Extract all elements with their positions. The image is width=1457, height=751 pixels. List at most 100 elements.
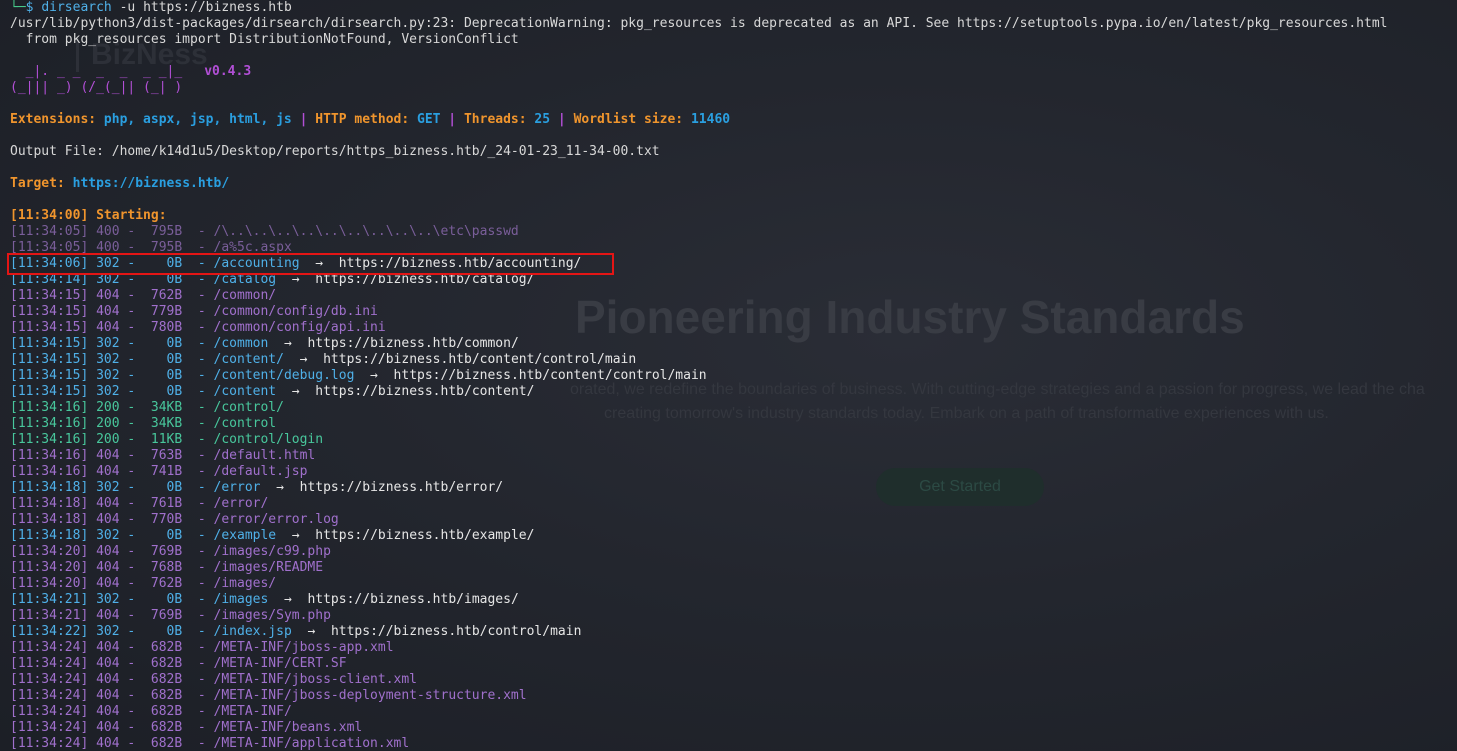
result-sep: - [119,368,144,383]
result-sep [88,464,96,479]
result-sep [88,304,96,319]
result-row: [11:34:18] 302 - 0B - /error → https://b… [10,480,503,496]
result-path: /content/ [213,352,284,367]
result-sep: - [119,720,144,735]
result-sep [88,368,96,383]
result-sep: - [119,288,144,303]
result-sep [88,544,96,559]
result-status: 404 [96,640,120,655]
result-status: 404 [96,576,120,591]
result-status: 404 [96,688,120,703]
result-timestamp: [11:34:15] [10,288,89,303]
result-row: [11:34:20] 404 - 762B - /images/ [10,576,276,592]
result-path: /images/c99.php [213,544,331,559]
result-sep: - [182,720,214,735]
config-line: Extensions: php, aspx, jsp, html, js | H… [10,112,730,128]
prompt-args: -u https://bizness.htb [111,0,292,15]
result-timestamp: [11:34:15] [10,384,89,399]
result-status: 404 [96,656,120,671]
result-path: /META-INF/application.xml [213,736,410,751]
result-sep: - [119,608,144,623]
result-sep [88,592,96,607]
result-sep: - [119,736,144,751]
result-row: [11:34:15] 302 - 0B - /content/debug.log… [10,368,707,384]
result-row: [11:34:15] 302 - 0B - /content → https:/… [10,384,534,400]
result-sep [88,704,96,719]
result-sep: - [119,544,144,559]
result-timestamp: [11:34:16] [10,400,89,415]
result-status: 404 [96,448,120,463]
result-sep [88,672,96,687]
result-timestamp: [11:34:24] [10,656,89,671]
banner-art-line1: _|. _ _ _ _ _ _|_ v0.4.3 [10,64,252,80]
result-size: 0B [166,528,183,543]
result-sep: - [182,512,214,527]
http-method-label: HTTP method: [315,112,417,127]
result-row: [11:34:18] 302 - 0B - /example → https:/… [10,528,534,544]
result-size: 682B [150,672,183,687]
result-size: 682B [150,736,183,751]
banner-art-line2: (_||| _) (/_(_|| (_| ) [10,80,183,95]
result-size: 682B [150,720,183,735]
result-sep [88,384,96,399]
result-redirect: https://bizness.htb/example/ [315,528,535,543]
result-path: /\..\..\..\..\..\..\..\..\..\etc\passwd [213,224,519,239]
result-sep [88,640,96,655]
result-row: [11:34:20] 404 - 768B - /images/README [10,560,323,576]
result-timestamp: [11:34:16] [10,432,89,447]
config-separator: | [550,112,574,127]
result-timestamp: [11:34:20] [10,560,89,575]
result-row: [11:34:24] 404 - 682B - /META-INF/jboss-… [10,672,417,688]
result-sep: - [182,496,214,511]
result-redirect: https://bizness.htb/content/control/main [323,352,637,367]
result-size: 770B [150,512,183,527]
result-arrow: → [276,528,316,543]
result-path: /common/config/db.ini [213,304,378,319]
result-size: 0B [166,480,183,495]
result-path: /control/login [213,432,324,447]
terminal-output[interactable]: └─$ dirsearch -u https://bizness.htb /us… [10,0,1457,751]
result-timestamp: [11:34:16] [10,464,89,479]
result-timestamp: [11:34:15] [10,320,89,335]
result-timestamp: [11:34:05] [10,224,89,239]
result-status: 302 [96,368,120,383]
deprecation-warning-line2: from pkg_resources import DistributionNo… [10,32,519,47]
result-timestamp: [11:34:24] [10,672,89,687]
highlight-box [7,253,614,275]
result-arrow: → [283,352,324,367]
result-status: 302 [96,624,120,639]
result-row: [11:34:16] 404 - 763B - /default.html [10,448,315,464]
result-path: /common/ [213,288,277,303]
result-size: 0B [166,352,183,367]
result-sep: - [119,384,144,399]
result-path: /common [213,336,269,351]
result-sep: - [182,592,214,607]
result-size: 0B [166,336,183,351]
result-redirect: https://bizness.htb/error/ [299,480,504,495]
result-sep [88,688,96,703]
banner-art-top: _|. _ _ _ _ _ _|_ [10,64,183,79]
http-method-value: GET [417,112,441,127]
result-sep: - [119,560,144,575]
result-row: [11:34:16] 200 - 34KB - /control/ [10,400,284,416]
result-size: 761B [150,496,183,511]
extensions-value: php, aspx, jsp, html, js [103,112,292,127]
threads-label: Threads: [463,112,535,127]
result-status: 404 [96,464,120,479]
result-status: 302 [96,352,120,367]
result-sep [88,336,96,351]
result-size: 34KB [150,416,183,431]
result-sep: - [119,336,144,351]
result-row: [11:34:15] 404 - 779B - /common/config/d… [10,304,378,320]
result-sep: - [182,624,214,639]
result-status: 302 [96,480,120,495]
result-arrow: → [291,624,331,639]
prompt-line: └─$ dirsearch -u https://bizness.htb [10,0,292,16]
result-row: [11:34:22] 302 - 0B - /index.jsp → https… [10,624,581,640]
result-path: /default.html [213,448,316,463]
result-timestamp: [11:34:22] [10,624,89,639]
result-status: 302 [96,592,120,607]
wordlist-value: 11460 [690,112,731,127]
result-path: /META-INF/beans.xml [213,720,363,735]
result-timestamp: [11:34:18] [10,496,89,511]
